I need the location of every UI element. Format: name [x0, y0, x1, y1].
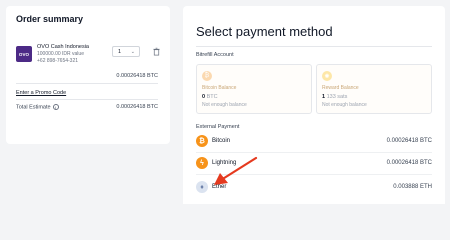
method-amount: 0.00026418 BTC	[386, 138, 432, 144]
ether-icon: ♦	[196, 181, 208, 193]
chevron-down-icon: ⌄	[130, 48, 135, 55]
divider	[196, 46, 432, 47]
info-icon[interactable]: i	[52, 104, 59, 110]
payment-method-bitcoin[interactable]: ₿ Bitcoin 0.00026418 BTC	[196, 135, 432, 149]
bitcoin-icon: ₿	[202, 71, 212, 81]
divider	[196, 174, 432, 175]
method-amount: 0.00026418 BTC	[386, 160, 432, 166]
total-estimate-value: 0.00026418 BTC	[116, 104, 158, 110]
order-item-details: OVO Cash Indonesia 100000.00 IDR value +…	[37, 44, 89, 65]
method-name: Bitcoin	[212, 138, 231, 144]
method-name: Ether	[212, 184, 227, 190]
divider	[16, 99, 158, 100]
divider	[16, 83, 158, 84]
payment-method-lightning[interactable]: ϟ Lightning 0.00026418 BTC	[196, 157, 432, 171]
ovo-logo: OVO	[16, 46, 32, 62]
reward-balance-option[interactable]: ✺ Reward Balance 1 133 sats Not enough b…	[316, 64, 432, 114]
balance-note: Not enough balance	[202, 102, 247, 108]
payment-method-card: Select payment method Bitrefill Account …	[183, 6, 445, 204]
account-section-label: Bitrefill Account	[196, 52, 234, 58]
order-item-price: 0.00026418 BTC	[116, 73, 158, 79]
method-amount: 0.003888 ETH	[393, 184, 432, 190]
promo-code-link[interactable]: Enter a Promo Code	[16, 90, 66, 96]
balance-name: Reward Balance	[322, 85, 359, 91]
bitcoin-balance-option[interactable]: ₿ Bitcoin Balance 0 BTC Not enough balan…	[196, 64, 312, 114]
lightning-icon: ϟ	[196, 157, 208, 169]
total-estimate-row: Total Estimate i 0.00026418 BTC	[16, 104, 158, 110]
order-summary-card: Order summary OVO OVO Cash Indonesia 100…	[6, 6, 170, 144]
total-estimate-label: Total Estimate i	[16, 104, 59, 110]
order-item-value: 100000.00 IDR value	[37, 51, 84, 57]
quantity-select[interactable]: 1 ⌄	[112, 46, 140, 57]
balance-amount: 1 133 sats	[322, 94, 348, 100]
quantity-value: 1	[118, 48, 122, 55]
order-item-phone: +62 898-7654-321	[37, 58, 79, 64]
balance-amount: 0 BTC	[202, 94, 218, 100]
order-item-name: OVO Cash Indonesia	[37, 44, 89, 50]
method-name: Lightning	[212, 160, 237, 166]
payment-title: Select payment method	[196, 24, 333, 39]
reward-sun-icon: ✺	[322, 71, 332, 81]
balance-note: Not enough balance	[322, 102, 367, 108]
payment-method-ether[interactable]: ♦ Ether 0.003888 ETH	[196, 181, 432, 195]
external-section-label: External Payment	[196, 124, 240, 130]
bitcoin-icon: ₿	[196, 135, 208, 147]
trash-icon[interactable]	[152, 47, 161, 56]
order-summary-title: Order summary	[16, 14, 84, 24]
balance-name: Bitcoin Balance	[202, 85, 237, 91]
order-item: OVO OVO Cash Indonesia 100000.00 IDR val…	[16, 44, 162, 72]
divider	[196, 152, 432, 153]
